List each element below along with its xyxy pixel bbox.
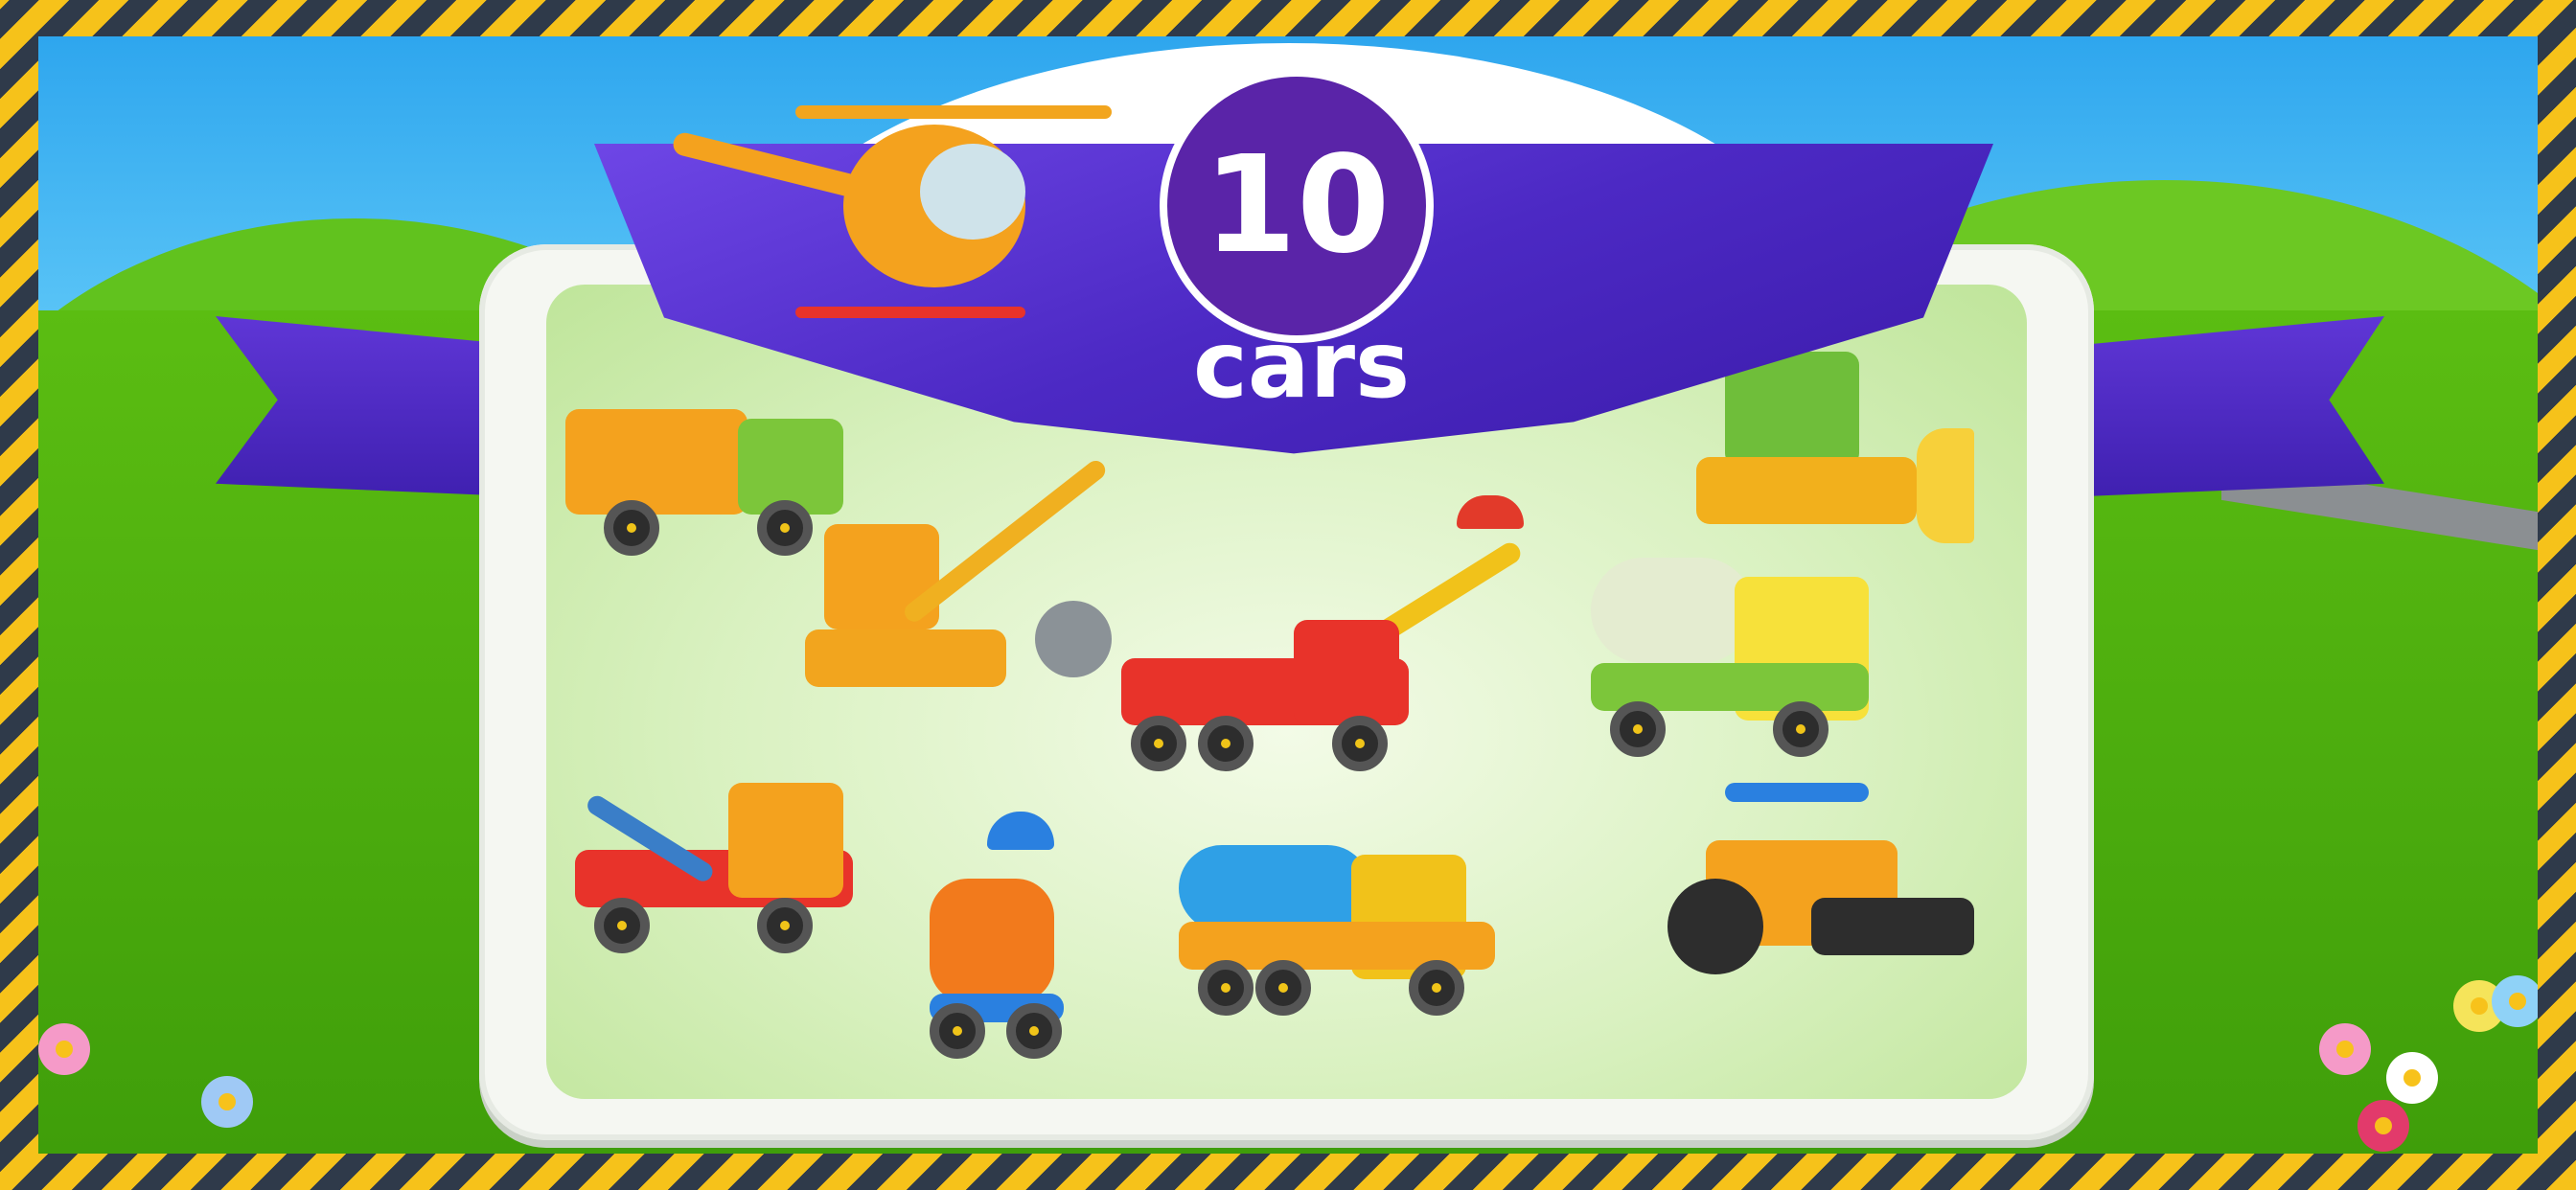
road-roller-icon [1668, 783, 1993, 1013]
mobile-crane-icon [1121, 476, 1552, 802]
tanker-truck-icon [1179, 835, 1543, 1037]
flower-icon [2386, 1052, 2438, 1104]
flower-icon [2319, 1023, 2371, 1075]
excavator-icon [910, 812, 1102, 1061]
count-badge: 10 [1160, 69, 1434, 343]
helicopter-icon [671, 77, 1112, 345]
flower-icon [201, 1076, 253, 1128]
cement-mixer-icon [1591, 558, 1898, 778]
tow-truck-icon [575, 754, 862, 965]
flower-icon [38, 1023, 90, 1075]
crawler-crane-icon [805, 456, 1169, 716]
flower-icon [2492, 975, 2538, 1027]
count-label: cars [1193, 311, 1411, 419]
flower-icon [2358, 1100, 2409, 1152]
